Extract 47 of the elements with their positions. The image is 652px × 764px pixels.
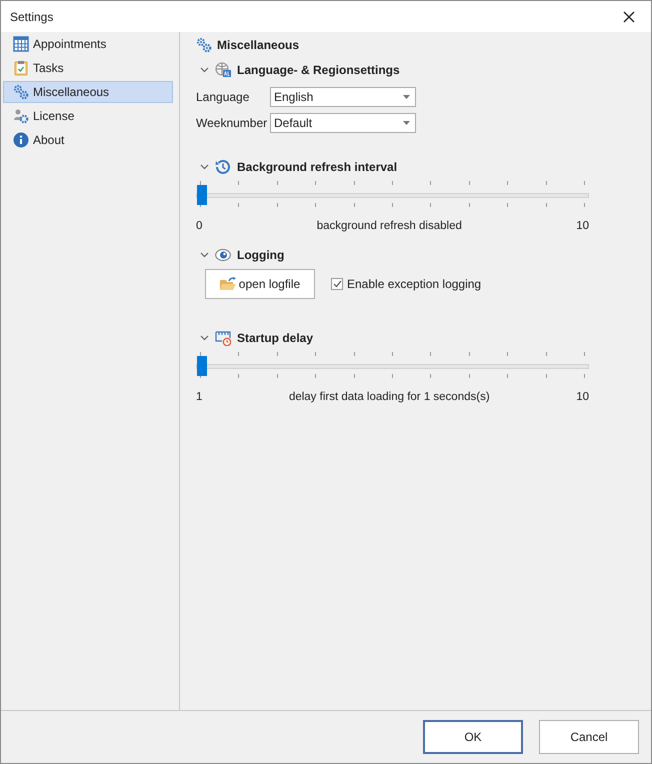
max-label: 10 (576, 391, 589, 403)
sidebar-item[interactable]: Miscellaneous (3, 81, 173, 103)
info-icon (13, 132, 29, 148)
min-label: 0 (196, 220, 202, 232)
ruler-clock-icon (215, 330, 231, 346)
slider-reading: background refresh disabled (316, 220, 462, 232)
section-title: Language- & Regionsettings (237, 63, 400, 77)
section-title: Startup delay (237, 331, 314, 345)
ok-button[interactable]: OK (423, 720, 523, 754)
sidebar-item[interactable]: About (3, 129, 173, 151)
globe-icon (215, 62, 231, 78)
checkbox-label: Enable exception logging (347, 277, 482, 291)
field-label: Language (196, 90, 250, 104)
user-gear-icon (13, 108, 29, 124)
calendar-icon (13, 36, 29, 52)
max-label: 10 (576, 220, 589, 232)
cancel-button[interactable]: Cancel (539, 720, 639, 754)
sidebar-item[interactable]: Appointments (3, 33, 173, 55)
section-title: Logging (237, 248, 284, 262)
chevron-down-icon[interactable] (200, 67, 209, 73)
check-icon (332, 280, 342, 288)
dropdown[interactable]: Default (270, 113, 416, 133)
sidebar-item[interactable]: License (3, 105, 173, 127)
dropdown-arrow-icon (403, 95, 410, 99)
sidebar-item[interactable]: Tasks (3, 57, 173, 79)
slider-thumb[interactable] (197, 356, 207, 376)
field-label: Weeknumber (196, 116, 268, 130)
open-logfile-button[interactable]: open logfile (205, 269, 315, 299)
gears-icon (196, 37, 212, 53)
chevron-down-icon[interactable] (200, 252, 209, 258)
slider-thumb[interactable] (197, 185, 207, 205)
close-icon (623, 10, 635, 22)
min-label: 1 (196, 391, 202, 403)
clipboard-icon (13, 60, 29, 76)
checkbox[interactable] (331, 278, 343, 290)
slider-reading: delay first data loading for 1 seconds(s) (288, 391, 490, 403)
gears-icon (13, 84, 29, 100)
page-title: Miscellaneous (217, 38, 300, 52)
dropdown-arrow-icon (403, 121, 410, 125)
chevron-down-icon[interactable] (200, 335, 209, 341)
folder-icon (220, 277, 236, 291)
section-title: Background refresh interval (237, 160, 398, 174)
chevron-down-icon[interactable] (200, 164, 209, 170)
window-title: Settings (10, 10, 54, 24)
dropdown[interactable]: English (270, 87, 416, 107)
history-icon (215, 159, 231, 175)
eye-icon (215, 247, 231, 263)
